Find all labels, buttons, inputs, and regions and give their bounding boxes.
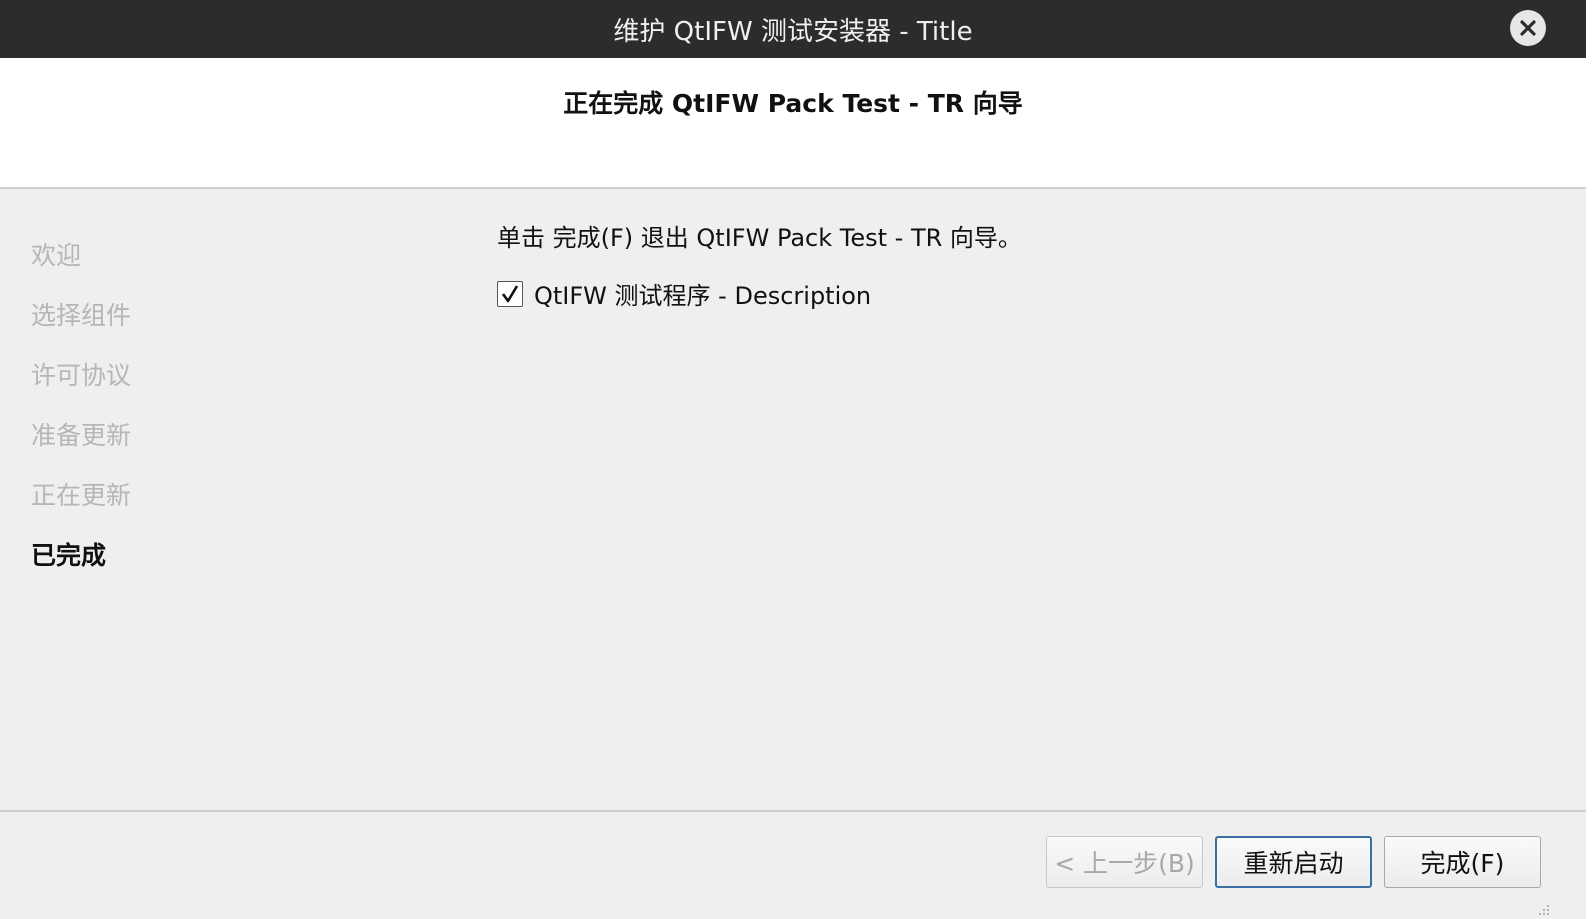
checkmark-icon	[501, 284, 519, 302]
page-title: 正在完成 QtIFW Pack Test - TR 向导	[563, 89, 1023, 118]
back-button[interactable]: < 上一步(B)	[1046, 836, 1203, 888]
close-button[interactable]	[1510, 10, 1546, 46]
run-program-label[interactable]: QtIFW 测试程序 - Description	[534, 276, 871, 311]
restart-button[interactable]: 重新启动	[1215, 836, 1372, 888]
wizard-steps: 欢迎 选择组件 许可协议 准备更新 正在更新 已完成	[31, 238, 131, 598]
step-welcome: 欢迎	[31, 241, 82, 270]
step-updating: 正在更新	[31, 481, 132, 510]
step-ready-to-update: 准备更新	[31, 421, 132, 450]
window-title: 维护 QtIFW 测试安装器 - Title	[613, 16, 973, 47]
close-icon	[1520, 20, 1536, 36]
finish-button[interactable]: 完成(F)	[1384, 836, 1541, 888]
wizard-header: 正在完成 QtIFW Pack Test - TR 向导	[0, 58, 1586, 189]
resize-grip-icon[interactable]	[1538, 904, 1550, 916]
finish-message: 单击 完成(F) 退出 QtIFW Pack Test - TR 向导。	[497, 224, 1022, 252]
step-finished: 已完成	[31, 541, 107, 570]
wizard-content: 单击 完成(F) 退出 QtIFW Pack Test - TR 向导。 QtI…	[497, 218, 1022, 311]
run-program-option[interactable]: QtIFW 测试程序 - Description	[497, 276, 1022, 311]
run-program-checkbox[interactable]	[497, 280, 523, 307]
step-license-agreement: 许可协议	[31, 361, 132, 390]
title-bar: 维护 QtIFW 测试安装器 - Title	[0, 0, 1586, 58]
installer-window: 维护 QtIFW 测试安装器 - Title 正在完成 QtIFW Pack T…	[0, 0, 1586, 919]
footer-divider	[0, 810, 1586, 812]
step-select-components: 选择组件	[31, 301, 132, 330]
